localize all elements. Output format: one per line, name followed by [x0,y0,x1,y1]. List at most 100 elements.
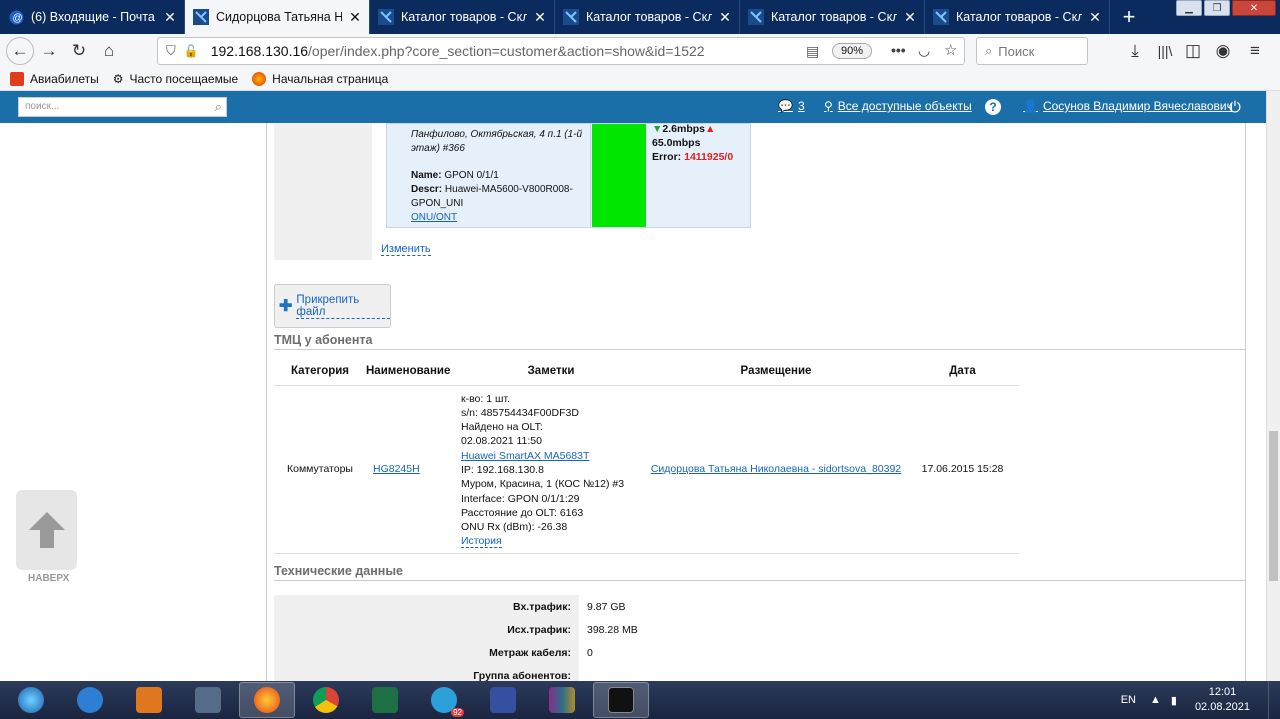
sidebar-icon[interactable]: ◫ [1178,36,1208,66]
scrollbar-thumb[interactable] [1269,431,1278,581]
tab-title: Каталог товаров - Склад [956,10,1082,24]
forward-button[interactable]: → [34,36,64,66]
col-placement: Размещение [740,364,812,377]
start-button[interactable] [3,682,59,718]
chat-icon: 💬 [778,99,793,113]
account-icon[interactable]: ◉ [1208,36,1238,66]
taskbar-app-network[interactable] [180,682,236,718]
window-controls: ▁ ❐ ✕ [1176,0,1276,16]
insecure-lock-icon[interactable]: 🔓 [184,44,199,58]
taskbar-app-ie[interactable] [62,682,118,718]
clock-time: 12:01 [1208,686,1237,698]
system-tray: EN ▲ ▮ 12:01 02.08.2021 [1121,681,1280,719]
attach-file-button[interactable]: ✚ Прикрепить файл [274,284,391,328]
menu-icon[interactable]: ≡ [1240,36,1270,66]
clock[interactable]: 12:01 02.08.2021 [1195,685,1250,715]
taskbar-app-winrar[interactable] [534,682,590,718]
network-tray-icon[interactable]: ▮ [1171,694,1177,707]
power-icon[interactable]: ⏻ [1229,99,1241,116]
help-label: ? [989,100,997,114]
url-bar[interactable]: ⛉ 🔓 192.168.130.16/oper/index.php?core_s… [157,37,965,65]
taskbar-app-firefox[interactable] [239,682,295,718]
bookmark-home[interactable]: Начальная страница [252,71,389,86]
taskbar-app-chrome[interactable] [298,682,354,718]
olt-link[interactable]: Huawei SmartAX MA5683T [461,450,589,462]
help-icon[interactable]: ? [985,99,1001,115]
minimize-button[interactable]: ▁ [1176,0,1202,16]
history-link[interactable]: История [461,535,502,549]
user-link[interactable]: 👤 Сосунов Владимир Вячеславович [1023,99,1233,113]
col-category: Категория [290,364,350,377]
close-tab-icon[interactable]: ✕ [349,9,361,26]
edit-link[interactable]: Изменить [381,243,431,256]
search-placeholder: поиск... [25,101,60,112]
close-tab-icon[interactable]: ✕ [164,9,176,26]
taskbar-app-excel[interactable] [357,682,413,718]
objects-label: Все доступные объекты [837,99,972,113]
row-name-link[interactable]: HG8245H [373,463,420,475]
row-date: 17.06.2015 15:28 [921,463,1004,476]
taskbar-app-save[interactable] [475,682,531,718]
bookmark-label: Часто посещаемые [129,71,239,86]
app-search-input[interactable]: поиск... ⌕ [18,97,227,117]
note-line: ONU Rx (dBm): -26.38 [461,521,568,534]
bookmark-frequent[interactable]: ⚙ Часто посещаемые [113,72,238,86]
name-label: Name: [411,170,442,181]
downloads-icon[interactable]: ⤓ [1120,36,1150,66]
zoom-indicator[interactable]: 90% [832,43,873,59]
close-tab-icon[interactable]: ✕ [904,9,916,26]
pocket-icon[interactable]: ◡ [918,42,930,59]
objects-link[interactable]: ⚲ Все доступные объекты [824,99,972,113]
floppy-disk-icon [490,687,516,713]
page-scrollbar[interactable] [1266,91,1280,681]
table-header-row: Категория Наименование Заметки Размещени… [274,357,1019,385]
tmc-section-title: ТМЦ у абонента [274,333,1246,350]
restore-button[interactable]: ❐ [1204,0,1230,16]
reload-button[interactable]: ↻ [64,36,94,66]
tab-catalog-4[interactable]: Каталог товаров - Склад ✕ [925,0,1110,34]
search-icon[interactable]: ⌕ [215,99,222,115]
tab-mail[interactable]: @ (6) Входящие - Почта Ma ✕ [0,0,185,34]
bookmark-aviabilety[interactable]: Авиабилеты [10,71,99,86]
error-value: 1411925/0 [684,151,734,163]
to-top-button[interactable] [16,490,77,570]
close-tab-icon[interactable]: ✕ [534,9,546,26]
reader-view-icon[interactable]: ▤ [806,43,819,60]
taskbar-app-cmd[interactable] [593,682,649,718]
bookmark-star-icon[interactable]: ☆ [944,41,957,59]
close-window-button[interactable]: ✕ [1232,0,1276,16]
tab-customer[interactable]: Сидорцова Татьяна Нико ✕ [185,0,370,34]
telegram-badge: 92 [451,708,464,717]
tab-catalog-1[interactable]: Каталог товаров - Склад ✕ [370,0,555,34]
taskbar: 92 EN ▲ ▮ 12:01 02.08.2021 [0,681,1280,719]
tab-catalog-2[interactable]: Каталог товаров - Склад ✕ [555,0,740,34]
close-tab-icon[interactable]: ✕ [1089,9,1101,26]
tab-catalog-3[interactable]: Каталог товаров - Склад ✕ [740,0,925,34]
content-column: Панфилово, Октябрьская, 4 п.1 (1-й этаж)… [266,123,1246,681]
navigation-bar: ← → ↻ ⌂ ⛉ 🔓 192.168.130.16/oper/index.ph… [0,34,1280,67]
tray-expand-icon[interactable]: ▲ [1150,694,1161,706]
page-actions-icon[interactable]: ••• [891,42,906,58]
note-line: Муром, Красина, 1 (КОС №12) #3 [461,478,625,491]
browser-icon [77,687,103,713]
back-button[interactable]: ← [6,36,34,65]
show-desktop-button[interactable] [1268,681,1280,719]
home-icon[interactable]: ⌂ [94,36,124,66]
bag-icon [10,71,24,86]
onu-link[interactable]: ONU/ONT [411,212,457,223]
messages-link[interactable]: 💬 3 [778,99,805,113]
library-icon[interactable]: |||\ [1150,36,1180,66]
placement-link[interactable]: Сидорцова Татьяна Николаевна - sidortsov… [651,463,901,475]
mail-icon: @ [8,9,24,25]
taskbar-app-rdp[interactable] [121,682,177,718]
language-indicator[interactable]: EN [1121,694,1136,706]
browser-search-input[interactable]: ⌕ Поиск [976,37,1088,65]
tech-row: Вх.трафик: 9.87 GB [274,595,724,618]
new-tab-button[interactable]: + [1110,0,1148,34]
shield-icon[interactable]: ⛉ [166,43,176,59]
firefox-icon [254,687,280,713]
bookmark-label: Начальная страница [272,71,389,86]
arrow-down-icon: ▼ [652,123,663,135]
close-tab-icon[interactable]: ✕ [719,9,731,26]
taskbar-app-telegram[interactable]: 92 [416,682,472,718]
